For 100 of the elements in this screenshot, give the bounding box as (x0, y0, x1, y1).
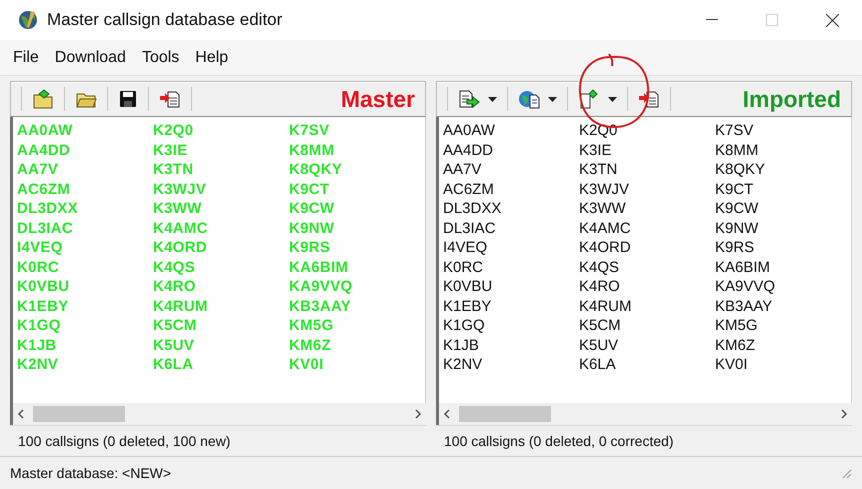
folder-plus-icon (32, 89, 54, 109)
callsign: KB3AAY (289, 296, 352, 316)
callsign: K1EBY (443, 296, 492, 316)
minimize-icon (706, 19, 718, 21)
callsign: K9NW (289, 218, 336, 238)
callsign: AA0AW (443, 121, 496, 140)
pane-status: 100 callsigns (0 deleted, 0 corrected) (444, 432, 674, 451)
menu-item[interactable]: Tools (136, 46, 184, 70)
scrollbar-thumb[interactable] (33, 406, 125, 422)
callsign: K9CW (289, 199, 336, 218)
callsign: K6LA (153, 355, 194, 374)
callsign: KA9VVQ (715, 277, 776, 296)
callsign: KB3AAY (715, 296, 774, 316)
callsign: K4RO (579, 277, 621, 296)
callsign: KM5G (715, 316, 759, 336)
pane-title: Imported (742, 84, 841, 114)
close-icon (826, 14, 838, 26)
callsign: K0RC (17, 258, 60, 277)
callsign: K0RC (443, 258, 484, 277)
caret-icon (548, 96, 557, 102)
callsign: K1JB (17, 336, 58, 355)
callsign: K5UV (579, 336, 620, 355)
callsign: KM6Z (715, 336, 756, 355)
callsign: K4AMC (153, 218, 209, 238)
resize-grip-icon (840, 467, 852, 479)
callsign: I4VEQ (17, 238, 64, 258)
callsign: AC6ZM (17, 180, 72, 199)
callsign: AA4DD (17, 140, 72, 160)
callsign: KM6Z (289, 336, 332, 355)
callsign: K8QKY (715, 160, 766, 180)
callsign: K7SV (289, 121, 330, 140)
callsign: K3TN (579, 160, 618, 180)
callsign: I4VEQ (443, 238, 488, 258)
callsign: K4AMC (579, 218, 632, 238)
callsign: DL3IAC (17, 218, 74, 238)
callsign: K9RS (289, 238, 332, 258)
callsign: K3IE (153, 140, 189, 160)
scroll-right-icon[interactable] (414, 409, 422, 419)
scrollbar-thumb[interactable] (459, 406, 551, 422)
pane-title: Master (340, 84, 415, 114)
callsign: KV0I (289, 355, 325, 374)
globe-document-icon (518, 89, 540, 109)
menu-item[interactable]: File (8, 46, 44, 70)
callsign: K4RUM (153, 296, 209, 316)
callsign: KA9VVQ (289, 277, 354, 296)
callsign: K9CT (715, 180, 754, 199)
app-logo-icon (17, 9, 39, 31)
callsign: K2Q0 (153, 121, 194, 140)
callsign: AA4DD (443, 140, 494, 160)
callsign: KV0I (715, 355, 749, 374)
callsign: K0VBU (443, 277, 494, 296)
menu-item[interactable]: Download (50, 46, 131, 70)
callsign: K1EBY (17, 296, 70, 316)
callsign: K4RUM (579, 296, 633, 316)
window-title: Master callsign database editor (47, 9, 282, 32)
callsign: K6LA (579, 355, 617, 374)
callsign: K4RO (153, 277, 197, 296)
callsign: K3WW (579, 199, 627, 218)
callsign: K3WJV (153, 180, 208, 199)
callsign: K5UV (153, 336, 196, 355)
callsign: K4QS (153, 258, 196, 277)
callsign: K3WW (153, 199, 203, 218)
caret-icon (608, 96, 617, 102)
callsign: K9CT (289, 180, 330, 199)
callsign: KA6BIM (715, 258, 772, 277)
new-document-icon (578, 89, 600, 109)
scroll-right-icon[interactable] (840, 409, 848, 419)
status-text: Master database: <NEW> (10, 464, 172, 482)
document-arrow-icon (159, 89, 181, 109)
callsign: K9CW (715, 199, 760, 218)
callsign: K4ORD (579, 238, 632, 258)
callsign: K3WJV (579, 180, 630, 199)
callsign: KA6BIM (289, 258, 350, 277)
callsign: K9NW (715, 218, 760, 238)
callsign: K8QKY (289, 160, 344, 180)
callsign: K3TN (153, 160, 194, 180)
caret-icon (488, 96, 497, 102)
callsign: K1GQ (443, 316, 486, 336)
callsign: AA0AW (17, 121, 74, 140)
callsign: K8MM (715, 140, 760, 160)
document-arrow-icon (458, 89, 480, 109)
callsign: KM5G (289, 316, 335, 336)
callsign: K5CM (153, 316, 198, 336)
scroll-left-icon[interactable] (17, 409, 25, 419)
callsign: K1GQ (17, 316, 62, 336)
callsign: DL3DXX (443, 199, 502, 218)
callsign: K0VBU (17, 277, 70, 296)
scroll-left-icon[interactable] (443, 409, 451, 419)
callsign: K1JB (443, 336, 480, 355)
callsign: K2NV (17, 355, 60, 374)
callsign: K5CM (579, 316, 622, 336)
callsign: K3IE (579, 140, 613, 160)
menu-item[interactable]: Help (190, 46, 234, 70)
callsign: DL3DXX (17, 199, 79, 218)
callsign: AA7V (443, 160, 482, 180)
callsign: K7SV (715, 121, 754, 140)
pane-status: 100 callsigns (0 deleted, 100 new) (18, 432, 230, 451)
callsign: K4ORD (153, 238, 208, 258)
callsign: K2NV (443, 355, 484, 374)
callsign: AC6ZM (443, 180, 495, 199)
